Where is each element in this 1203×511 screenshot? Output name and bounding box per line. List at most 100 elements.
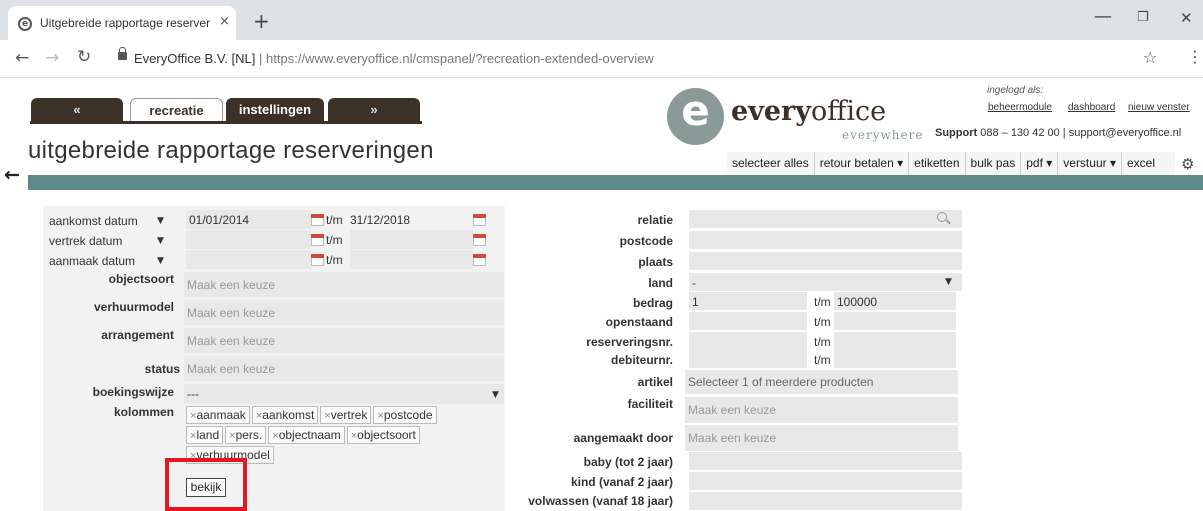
- boekingswijze-select[interactable]: ---: [184, 384, 504, 404]
- date-to-input-1[interactable]: 31/12/2018: [345, 210, 473, 229]
- verhuurmodel-label: verhuurmodel: [93, 300, 174, 314]
- calendar-icon[interactable]: [311, 214, 324, 226]
- land-label: land: [648, 276, 673, 290]
- select-all-button[interactable]: selecteer alles: [727, 152, 814, 175]
- column-tag[interactable]: ×vertrek: [320, 406, 372, 424]
- column-tag[interactable]: ×pers.: [225, 426, 267, 444]
- tm-label: t/m: [814, 335, 831, 349]
- bookmark-star-icon[interactable]: ☆: [1143, 48, 1157, 67]
- bedrag-to-input[interactable]: 100000: [834, 292, 956, 310]
- browser-tab-title[interactable]: Uitgebreide rapportage reserveri: [40, 16, 210, 30]
- highlight-annotation: [165, 458, 247, 511]
- postcode-input[interactable]: [689, 231, 962, 249]
- calendar-icon[interactable]: [473, 214, 486, 226]
- tm-label: t/m: [326, 213, 343, 227]
- lock-icon: [118, 47, 127, 60]
- openstaand-from-input[interactable]: [689, 312, 807, 330]
- window-close-icon[interactable]: ✕: [1180, 9, 1193, 27]
- excel-button[interactable]: excel: [1120, 152, 1175, 175]
- tab-recreatie[interactable]: recreatie: [130, 98, 223, 122]
- plaats-input[interactable]: [689, 252, 962, 270]
- volwassen-label: volwassen (vanaf 18 jaar): [528, 494, 673, 508]
- section-bar: [28, 175, 1203, 190]
- date-from-input-2[interactable]: [186, 230, 311, 249]
- gear-icon[interactable]: ⚙: [1181, 155, 1194, 173]
- calendar-icon[interactable]: [311, 234, 324, 246]
- objectsoort-select[interactable]: Maak een keuze: [184, 272, 504, 297]
- column-tag[interactable]: ×objectnaam: [268, 426, 345, 444]
- dropdown-arrow-icon[interactable]: ▼: [157, 216, 164, 226]
- column-tag[interactable]: ×objectsoort: [346, 426, 420, 444]
- bulk-pas-button[interactable]: bulk pas: [964, 152, 1021, 175]
- dropdown-arrow-icon[interactable]: ▼: [945, 277, 952, 287]
- tab-previous[interactable]: «: [31, 98, 123, 122]
- new-tab-icon[interactable]: +: [253, 9, 270, 33]
- retour-betalen-button[interactable]: retour betalen ▾: [813, 152, 909, 175]
- date-type-select-2[interactable]: vertrek datum: [49, 234, 122, 248]
- close-tab-icon[interactable]: ×: [219, 14, 230, 29]
- baby-label: baby (tot 2 jaar): [583, 455, 673, 469]
- pdf-button[interactable]: pdf ▾: [1020, 152, 1058, 175]
- arrangement-label: arrangement: [101, 328, 174, 342]
- land-select[interactable]: -: [689, 273, 962, 291]
- link-nieuw-venster[interactable]: nieuw venster: [1128, 102, 1190, 113]
- forward-arrow-icon[interactable]: →: [45, 48, 59, 68]
- dropdown-arrow-icon[interactable]: ▼: [157, 256, 164, 266]
- column-tag[interactable]: ×land: [186, 426, 224, 444]
- date-from-input-3[interactable]: [186, 250, 311, 269]
- calendar-icon[interactable]: [473, 254, 486, 266]
- volwassen-input[interactable]: [689, 492, 962, 510]
- reserveringsnr-to-input[interactable]: [834, 332, 956, 350]
- etiketten-button[interactable]: etiketten: [908, 152, 965, 175]
- date-type-label-1: aankomst datum: [49, 214, 138, 228]
- search-icon[interactable]: [937, 212, 947, 222]
- artikel-label: artikel: [637, 375, 673, 389]
- support-label: Support: [935, 127, 978, 139]
- debiteurnr-to-input[interactable]: [834, 350, 956, 368]
- aangemaakt-door-select[interactable]: Maak een keuze: [685, 425, 958, 451]
- date-type-label-2: vertrek datum: [49, 234, 123, 248]
- column-tag[interactable]: ×aankomst: [251, 406, 319, 424]
- dropdown-arrow-icon[interactable]: ▼: [492, 390, 499, 400]
- calendar-icon[interactable]: [473, 234, 486, 246]
- address-bar[interactable]: EveryOffice B.V. [NL] | https://www.ever…: [134, 51, 654, 66]
- date-type-select-1[interactable]: aankomst datum: [49, 214, 138, 228]
- browser-menu-icon[interactable]: ⋮: [1187, 47, 1203, 66]
- tm-label: t/m: [814, 315, 831, 329]
- maximize-icon[interactable]: ❐: [1137, 10, 1149, 25]
- relatie-label: relatie: [637, 213, 673, 227]
- faciliteit-select[interactable]: Maak een keuze: [685, 397, 958, 423]
- column-tag[interactable]: ×postcode: [373, 406, 437, 424]
- artikel-select[interactable]: Selecteer 1 of meerdere producten: [685, 370, 958, 394]
- arrangement-select[interactable]: Maak een keuze: [184, 328, 504, 353]
- back-arrow-icon[interactable]: ←: [15, 48, 29, 68]
- tab-instellingen[interactable]: instellingen: [226, 98, 324, 122]
- relatie-input[interactable]: [689, 210, 962, 228]
- kind-input[interactable]: [689, 472, 962, 490]
- minimize-icon[interactable]: —: [1094, 6, 1112, 27]
- debiteurnr-from-input[interactable]: [689, 350, 807, 368]
- status-select[interactable]: Maak een keuze: [184, 356, 504, 381]
- link-dashboard[interactable]: dashboard: [1068, 102, 1115, 113]
- reserveringsnr-from-input[interactable]: [689, 332, 807, 350]
- tab-next[interactable]: »: [328, 98, 420, 122]
- aangemaakt-door-label: aangemaakt door: [573, 431, 673, 445]
- logo-tagline: everywhere: [842, 128, 924, 142]
- logged-in-label: ingelogd als:: [987, 85, 1044, 96]
- baby-input[interactable]: [689, 452, 962, 470]
- column-tag[interactable]: ×aanmaak: [186, 406, 250, 424]
- action-bar: selecteer alles retour betalen ▾ etikett…: [727, 152, 1175, 175]
- bedrag-from-input[interactable]: 1: [689, 292, 807, 310]
- date-to-input-3[interactable]: [350, 250, 473, 269]
- reload-icon[interactable]: ↻: [77, 47, 91, 67]
- calendar-icon[interactable]: [311, 254, 324, 266]
- dropdown-arrow-icon[interactable]: ▼: [157, 236, 164, 246]
- openstaand-to-input[interactable]: [834, 312, 956, 330]
- verstuur-button[interactable]: verstuur ▾: [1057, 152, 1121, 175]
- link-beheermodule[interactable]: beheermodule: [988, 102, 1052, 113]
- date-from-input-1[interactable]: 01/01/2014: [186, 210, 311, 229]
- verhuurmodel-select[interactable]: Maak een keuze: [184, 300, 504, 325]
- back-arrow-icon[interactable]: ←: [4, 164, 20, 186]
- date-type-select-3[interactable]: aanmaak datum: [49, 254, 135, 268]
- date-to-input-2[interactable]: [350, 230, 473, 249]
